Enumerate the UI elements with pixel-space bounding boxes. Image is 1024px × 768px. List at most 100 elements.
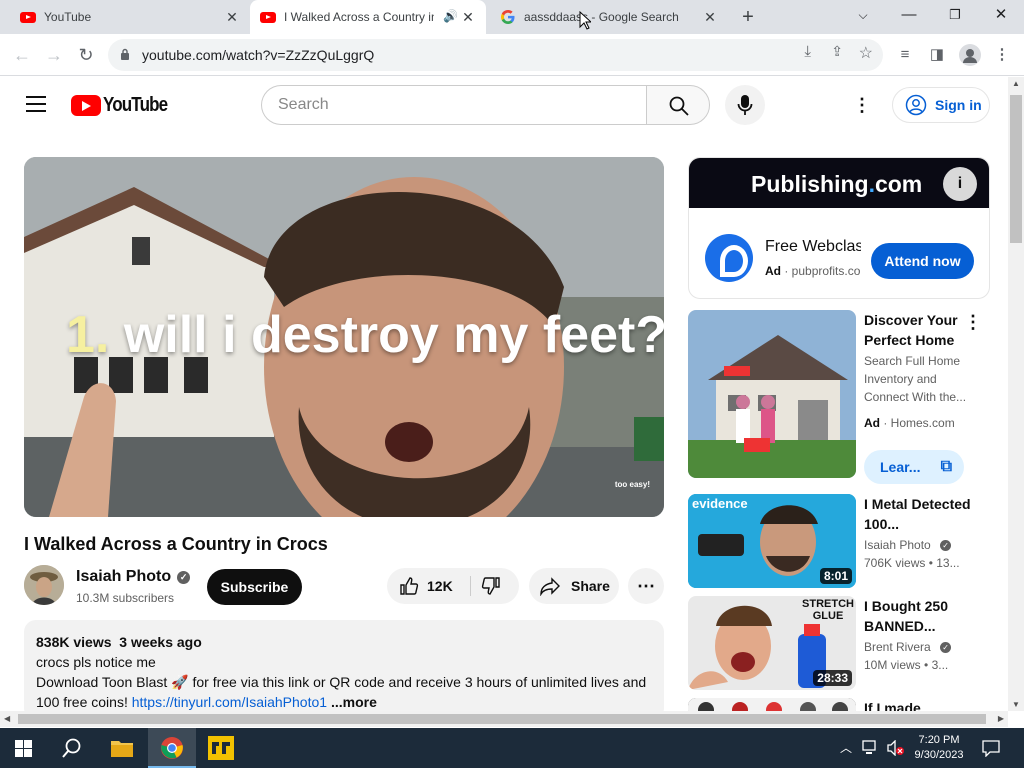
description-link[interactable]: https://tinyurl.com/IsaiahPhoto1 (132, 694, 327, 710)
vertical-scroll-thumb[interactable] (1010, 95, 1022, 243)
taskbar-search-button[interactable] (48, 728, 96, 768)
rec-title: I Bought 250 BANNED... (864, 598, 949, 634)
show-hidden-icons-icon[interactable]: ︿ (840, 739, 852, 756)
upload-age: 3 weeks ago (119, 634, 202, 650)
search-input[interactable]: Search (261, 85, 647, 125)
settings-menu-icon[interactable]: ⋮ (852, 95, 872, 115)
ad-title: Free Webclass: Kindle Publishing (765, 238, 861, 255)
rec-menu-icon[interactable]: ⋮ (964, 312, 982, 333)
vertical-scrollbar[interactable]: ▲ ▼ (1008, 77, 1024, 711)
dislike-button[interactable] (481, 576, 501, 599)
new-tab-button[interactable]: + (737, 6, 759, 28)
forward-icon[interactable]: → (42, 43, 66, 67)
description-line: Download Toon Blast 🚀 for free via this … (36, 674, 647, 690)
horizontal-scrollbar[interactable]: ◀ ▶ (0, 711, 1008, 727)
show-more-link[interactable]: ...more (331, 694, 377, 710)
reload-icon[interactable]: ↻ (74, 43, 98, 67)
close-tab-icon[interactable]: ✕ (224, 9, 240, 25)
chrome-taskbar-button[interactable] (148, 728, 196, 768)
channel-name[interactable]: Isaiah Photo ✓ (76, 568, 191, 586)
video-thumbnail[interactable]: evidence 8:01 (688, 494, 856, 588)
video-duration: 28:33 (813, 670, 852, 686)
rec-views: 706K views (864, 556, 926, 570)
system-clock[interactable]: 7:20 PM 9/30/2023 (912, 733, 966, 763)
like-dislike-group: 12K (387, 568, 519, 604)
youtube-logo[interactable]: YouTube (71, 94, 179, 116)
search-icon (669, 96, 689, 116)
search-icon (62, 738, 81, 758)
ad-badge: Ad (864, 416, 880, 430)
scroll-right-icon[interactable]: ▶ (998, 714, 1004, 723)
tab-youtube[interactable]: YouTube ✕ (0, 0, 248, 34)
rec-description: Connect With the... (864, 390, 967, 404)
back-icon[interactable]: ← (10, 43, 34, 67)
start-button[interactable] (0, 728, 48, 768)
video-watermark: too easy! (614, 480, 650, 489)
sign-in-button[interactable]: Sign in (892, 87, 990, 123)
google-favicon-icon (500, 9, 516, 25)
external-link-icon: ⧉ (940, 458, 952, 475)
side-panel-icon[interactable]: ◨ (925, 43, 949, 67)
verified-badge-icon: ✓ (177, 571, 191, 584)
windows-taskbar: ︿ 7:20 PM 9/30/2023 (0, 728, 1024, 768)
video-thumbnail[interactable] (688, 310, 856, 478)
close-tab-icon[interactable]: ✕ (702, 9, 718, 25)
tab-video[interactable]: I Walked Across a Country in Crocs - You… (250, 0, 486, 34)
video-player[interactable]: 1. will i destroy my feet? too easy! (24, 157, 664, 517)
voice-search-button[interactable] (725, 85, 765, 125)
folder-icon (111, 741, 133, 757)
notifications-icon[interactable] (982, 739, 1000, 757)
attend-now-button[interactable]: Attend now (871, 243, 974, 279)
scroll-up-icon[interactable]: ▲ (1012, 79, 1020, 88)
install-app-icon[interactable]: ⤓ (804, 43, 811, 60)
recommended-video[interactable]: evidence 8:01 I Metal Detected 100... Is… (688, 494, 990, 588)
clock-time: 7:20 PM (918, 734, 960, 746)
tab-google-search[interactable]: aassddaass - Google Search ✕ (488, 0, 726, 34)
address-bar[interactable]: youtube.com/watch?v=ZzZzQuLggrQ ⤓ ⇪ ☆ (108, 39, 883, 71)
lock-icon[interactable] (120, 48, 130, 60)
network-icon[interactable] (862, 740, 880, 756)
bookmark-star-icon[interactable]: ☆ (859, 43, 873, 63)
audio-playing-icon[interactable]: 🔊 (443, 9, 458, 23)
recommended-video[interactable]: If I made (688, 698, 990, 711)
ad-info-icon[interactable]: i (943, 167, 977, 201)
horizontal-scroll-thumb[interactable] (18, 714, 986, 724)
more-actions-icon[interactable]: ⋯ (628, 568, 664, 604)
scroll-left-icon[interactable]: ◀ (4, 714, 10, 723)
hamburger-menu-icon[interactable] (26, 96, 46, 112)
video-thumbnail[interactable]: STRETCH GLUE 28:33 (688, 596, 856, 690)
video-title: I Walked Across a Country in Crocs (24, 534, 328, 554)
like-button[interactable] (399, 576, 419, 599)
share-page-icon[interactable]: ⇪ (831, 43, 843, 60)
url-text[interactable]: youtube.com/watch?v=ZzZzQuLggrQ (142, 47, 374, 63)
video-description[interactable]: 838K views 3 weeks ago crocs pls notice … (24, 620, 664, 711)
recommended-video[interactable]: STRETCH GLUE 28:33 I Bought 250 BANNED..… (688, 596, 990, 690)
volume-muted-icon[interactable] (886, 740, 906, 756)
minimize-icon[interactable]: — (886, 0, 932, 30)
rec-title: I Metal Detected 100... (864, 496, 971, 532)
search-button[interactable] (646, 85, 710, 125)
tab-title: I Walked Across a Country in Crocs - You… (284, 10, 434, 24)
share-button[interactable]: Share (529, 568, 619, 604)
learn-more-button[interactable]: Lear... ⧉ (864, 450, 964, 484)
rec-age: 3... (931, 658, 949, 672)
channel-avatar[interactable] (24, 565, 64, 605)
youtube-page: YouTube Search ⋮ Sign in 1. will i destr… (0, 77, 1008, 711)
sidebar-ad-card[interactable]: Publishing.com i Free Webclass: Kindle P… (688, 157, 990, 299)
close-tab-icon[interactable]: ✕ (460, 9, 476, 25)
recommended-ad-homes[interactable]: Discover Your Perfect Home Search Full H… (688, 310, 990, 484)
browser-tab-strip: YouTube ✕ I Walked Across a Country in C… (0, 0, 1024, 34)
restore-icon[interactable]: ❐ (932, 0, 978, 30)
video-thumbnail[interactable] (688, 698, 856, 711)
scroll-down-icon[interactable]: ▼ (1012, 700, 1020, 709)
chrome-icon (161, 737, 183, 759)
rec-info: If I made (864, 698, 984, 711)
app-taskbar-button[interactable] (198, 728, 246, 768)
subscribe-button[interactable]: Subscribe (207, 569, 302, 605)
close-window-icon[interactable]: ✕ (978, 0, 1024, 30)
file-explorer-button[interactable] (98, 728, 146, 768)
tab-search-icon[interactable]: ⌵ (840, 0, 886, 30)
browser-menu-icon[interactable]: ⋮ (990, 43, 1014, 67)
media-control-icon[interactable]: ≡ (893, 43, 917, 67)
profile-avatar-icon[interactable] (959, 44, 981, 66)
